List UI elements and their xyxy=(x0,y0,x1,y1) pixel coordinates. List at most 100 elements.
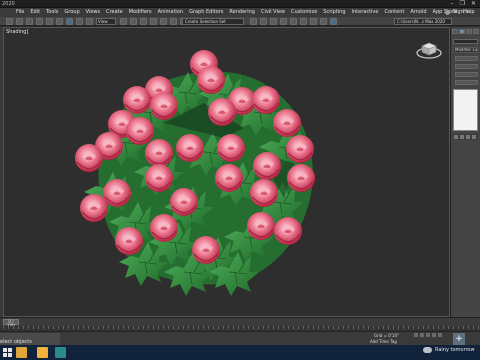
align-icon[interactable] xyxy=(260,18,267,25)
track-tick xyxy=(168,326,169,329)
menu-graph-editors[interactable]: Graph Editors xyxy=(189,9,223,15)
rectangle-selection-icon[interactable] xyxy=(86,18,93,25)
sign-in-button[interactable]: Sign In xyxy=(444,9,470,15)
rose-bush-model[interactable] xyxy=(4,28,450,317)
render-setup-icon[interactable] xyxy=(310,18,317,25)
modifier-button-3[interactable] xyxy=(455,72,478,77)
mirror-icon[interactable] xyxy=(250,18,257,25)
minimize-button[interactable]: – xyxy=(451,0,454,8)
close-button[interactable]: ✕ xyxy=(471,0,476,8)
remove-modifier-icon[interactable] xyxy=(472,135,476,139)
unlink-icon[interactable] xyxy=(36,18,43,25)
time-slider[interactable]: 0 / 100 xyxy=(0,317,480,328)
track-tick xyxy=(133,326,134,329)
show-end-result-icon[interactable] xyxy=(460,135,464,139)
layer-explorer-icon[interactable] xyxy=(270,18,277,25)
selection-filter-icon[interactable] xyxy=(56,18,63,25)
menu-rendering[interactable]: Rendering xyxy=(229,9,255,15)
place-icon[interactable] xyxy=(150,18,157,25)
previous-frame-icon[interactable] xyxy=(420,333,424,337)
menu-customize[interactable]: Customize xyxy=(291,9,317,15)
track-tick xyxy=(383,326,384,329)
modifier-button-1[interactable] xyxy=(455,56,478,61)
menu-edit[interactable]: Edit xyxy=(30,9,40,15)
select-object-icon[interactable] xyxy=(66,18,73,25)
windows-start-icon[interactable] xyxy=(3,348,12,357)
menu-group[interactable]: Group xyxy=(64,9,79,15)
select-by-name-icon[interactable] xyxy=(76,18,83,25)
track-tick xyxy=(218,326,219,329)
menu-animation[interactable]: Animation xyxy=(158,9,184,15)
reference-coordinate-dropdown[interactable]: View xyxy=(96,18,116,25)
material-editor-icon[interactable] xyxy=(300,18,307,25)
go-to-end-icon[interactable] xyxy=(438,333,442,337)
redo-icon[interactable] xyxy=(16,18,23,25)
project-folder-path[interactable]: C:\Users\N...s Max 2020 xyxy=(394,18,452,25)
menu-file[interactable]: File xyxy=(16,9,24,15)
track-tick xyxy=(428,326,429,329)
menu-arnold[interactable]: Arnold xyxy=(410,9,426,15)
track-tick xyxy=(473,326,474,329)
modifier-button-4[interactable] xyxy=(455,80,478,85)
named-selection-set-dropdown[interactable]: Create Selection Set xyxy=(182,18,244,25)
3ds-max-taskbar-icon[interactable] xyxy=(55,347,66,358)
undo-icon[interactable] xyxy=(6,18,13,25)
object-name-field[interactable] xyxy=(453,39,478,44)
schematic-view-icon[interactable] xyxy=(290,18,297,25)
make-unique-icon[interactable] xyxy=(466,135,470,139)
menu-views[interactable]: Views xyxy=(86,9,100,15)
file-explorer-icon[interactable] xyxy=(16,347,27,358)
link-icon[interactable] xyxy=(26,18,33,25)
track-tick xyxy=(78,326,79,329)
next-frame-icon[interactable] xyxy=(432,333,436,337)
pin-stack-icon[interactable] xyxy=(454,135,458,139)
track-tick xyxy=(63,326,64,329)
rotate-icon[interactable] xyxy=(130,18,137,25)
track-tick xyxy=(443,326,444,329)
menu-modifiers[interactable]: Modifiers xyxy=(129,9,152,15)
render-icon[interactable] xyxy=(330,18,337,25)
track-tick xyxy=(283,326,284,329)
modify-tab[interactable] xyxy=(459,29,465,34)
hierarchy-tab[interactable] xyxy=(466,29,472,34)
add-viewport-button[interactable]: + xyxy=(453,333,465,345)
weather-widget[interactable]: Rainy tomorrow xyxy=(423,347,475,353)
motion-tab[interactable] xyxy=(473,29,479,34)
go-to-start-icon[interactable] xyxy=(414,333,418,337)
perspective-viewport[interactable]: Shading] xyxy=(3,27,450,317)
time-slider-thumb[interactable]: 0 / 100 xyxy=(3,319,19,328)
modifier-stack[interactable] xyxy=(453,89,478,131)
track-tick xyxy=(58,326,59,329)
track-tick xyxy=(3,326,4,329)
track-tick xyxy=(183,326,184,329)
bind-space-warp-icon[interactable] xyxy=(46,18,53,25)
snap-toggle-icon[interactable] xyxy=(170,18,177,25)
scale-icon[interactable] xyxy=(140,18,147,25)
pivot-icon[interactable] xyxy=(160,18,167,25)
maximize-button[interactable]: ❐ xyxy=(460,0,465,8)
render-frame-icon[interactable] xyxy=(320,18,327,25)
store-icon[interactable] xyxy=(37,347,48,358)
menu-content[interactable]: Content xyxy=(384,9,404,15)
maxscript-listener[interactable]: elect objects xyxy=(0,333,60,345)
menu-create[interactable]: Create xyxy=(106,9,123,15)
menu-scripting[interactable]: Scripting xyxy=(323,9,345,15)
track-tick xyxy=(68,326,69,329)
track-tick xyxy=(403,326,404,329)
menu-tools[interactable]: Tools xyxy=(46,9,58,15)
modifier-button-2[interactable] xyxy=(455,64,478,69)
track-tick xyxy=(448,326,449,329)
menu-interactive[interactable]: Interactive xyxy=(352,9,379,15)
add-time-tag-button[interactable]: Add Time Tag xyxy=(370,339,397,344)
curve-editor-icon[interactable] xyxy=(280,18,287,25)
track-tick xyxy=(113,326,114,329)
move-icon[interactable] xyxy=(120,18,127,25)
window-controls: – ❐ ✕ xyxy=(451,0,476,8)
play-icon[interactable] xyxy=(426,333,430,337)
track-tick xyxy=(248,326,249,329)
create-tab[interactable] xyxy=(452,29,458,34)
modifier-list-dropdown[interactable]: Modifier List xyxy=(453,47,478,53)
track-tick xyxy=(303,326,304,329)
track-tick xyxy=(348,326,349,329)
menu-civil-view[interactable]: Civil View xyxy=(261,9,285,15)
